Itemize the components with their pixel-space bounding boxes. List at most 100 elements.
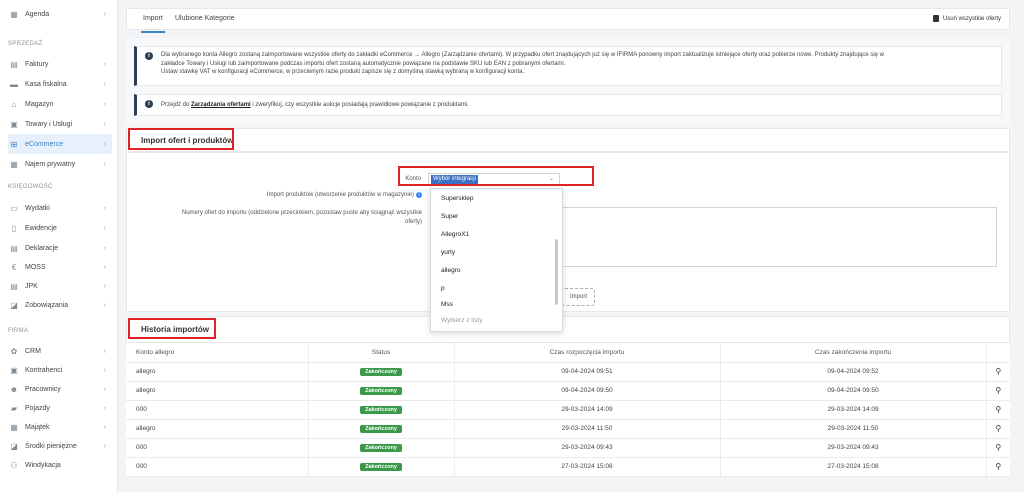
dropdown-option[interactable]: yurty	[441, 249, 455, 256]
dropdown-option[interactable]: allegro	[441, 267, 461, 274]
sidebar-item-najem-prywatny[interactable]: ▦ Najem prywatny ›	[8, 154, 112, 174]
tab-ulubione-kategorie[interactable]: Ulubione Kategorie	[175, 15, 235, 22]
sidebar-item-crm[interactable]: ✿ CRM ›	[8, 341, 112, 361]
search-icon[interactable]: ⚲	[995, 367, 1001, 376]
zarzadzanie-ofertami-link[interactable]: Zarządzania ofertami	[191, 102, 251, 108]
search-icon[interactable]: ⚲	[995, 462, 1001, 471]
info2-prefix: Przejdź do	[161, 102, 192, 108]
sidebar-item-label: Najem prywatny	[25, 160, 76, 168]
table-row: allegro Zakończony 09-04-2024 09:51 09-0…	[126, 362, 1010, 382]
chevron-right-icon: ›	[103, 60, 106, 68]
konto-dropdown-list: Supersklep Super AllegroX1 yurty allegro…	[430, 188, 563, 332]
sidebar-item-ecommerce[interactable]: ⊞ eCommerce ›	[8, 134, 112, 154]
search-icon[interactable]: ⚲	[995, 443, 1001, 452]
euro-icon: €	[11, 262, 17, 272]
cell-konto: allegro	[126, 362, 309, 382]
chevron-right-icon: ›	[103, 404, 106, 412]
tab-import[interactable]: Import	[141, 15, 165, 33]
table-row: allegro Zakończony 09-04-2024 09:50 09-0…	[126, 381, 1010, 401]
sidebar-item-pojazdy[interactable]: ▰ Pojazdy ›	[8, 398, 112, 418]
cell-start: 29-03-2024 14:09	[454, 400, 721, 420]
cell-end: 09-04-2024 09:52	[720, 362, 987, 382]
dropdown-scrollbar[interactable]	[555, 239, 558, 305]
sidebar-item-faktury[interactable]: ▤ Faktury ›	[8, 54, 112, 74]
cell-actions: ⚲	[986, 362, 1010, 382]
delete-all-label: Usuń wszystkie oferty	[942, 15, 1001, 22]
column-header-konto[interactable]: Konto allegro	[126, 343, 309, 363]
sidebar-item-magazyn[interactable]: ⌂ Magazyn ›	[8, 94, 112, 114]
search-icon[interactable]: ⚲	[995, 424, 1001, 433]
status-badge: Zakończony	[360, 405, 402, 414]
dropdown-option[interactable]: Mss	[441, 301, 453, 308]
rental-icon: ▦	[10, 159, 18, 169]
sidebar-item-label: Kontrahenci	[25, 366, 63, 374]
chevron-right-icon: ›	[103, 160, 106, 168]
search-icon[interactable]: ⚲	[995, 405, 1001, 414]
search-icon[interactable]: ⚲	[995, 386, 1001, 395]
column-header-status[interactable]: Status	[308, 343, 455, 363]
collection-icon: ⚇	[10, 460, 18, 470]
chevron-right-icon: ›	[103, 204, 106, 212]
dropdown-option[interactable]: Supersklep	[441, 195, 474, 202]
sidebar-item-label: Windykacja	[25, 461, 61, 469]
column-header-end[interactable]: Czas zakończenia importu	[720, 343, 987, 363]
register-icon: ▬	[10, 79, 18, 89]
sidebar-item-label: Środki pieniężne	[25, 442, 77, 450]
dropdown-option[interactable]: AllegroX1	[441, 231, 469, 238]
info2-suffix: i zweryfikuj, czy wszystkie aukcje posia…	[250, 102, 469, 108]
sidebar-item-srodki-pieniezne[interactable]: ◪ Środki pieniężne ›	[8, 436, 112, 456]
tabs-bar: Import Ulubione Kategorie Usuń wszystkie…	[126, 8, 1010, 33]
sidebar-item-pracownicy[interactable]: ☻ Pracownicy ›	[8, 379, 112, 399]
info-icon[interactable]: i	[416, 192, 422, 198]
import-button[interactable]: Import	[562, 288, 595, 306]
sidebar-section-ksiegowosc: KSIĘGOWOŚĆ	[8, 184, 53, 190]
sidebar-item-jpk[interactable]: ▤ JPK ›	[8, 276, 112, 296]
dropdown-option[interactable]: Super	[441, 213, 458, 220]
declaration-icon: ▤	[10, 243, 18, 253]
cell-status: Zakończony	[308, 438, 455, 458]
dropdown-option[interactable]: p	[441, 285, 445, 292]
table-row: allegro Zakończony 29-03-2024 11:50 29-0…	[126, 419, 1010, 439]
sidebar-item-deklaracje[interactable]: ▤ Deklaracje ›	[8, 238, 112, 258]
info-box-allegro-import: i Dla wybranego konta Allegro zostaną za…	[134, 46, 1002, 86]
dropdown-placeholder-option[interactable]: Wybierz z listy	[441, 317, 482, 324]
sidebar-item-label: CRM	[25, 347, 41, 355]
chevron-right-icon: ›	[103, 100, 106, 108]
cell-start: 29-03-2024 11:50	[454, 419, 721, 439]
sidebar-item-label: eCommerce	[25, 140, 64, 148]
cell-status: Zakończony	[308, 457, 455, 477]
crm-icon: ✿	[10, 346, 18, 356]
sidebar-section-sprzedaz: SPRZEDAŻ	[8, 41, 43, 47]
sidebar-item-agenda[interactable]: ▦ Agenda ›	[8, 4, 112, 24]
chevron-right-icon: ›	[103, 80, 106, 88]
wallet-icon: ▭	[10, 203, 18, 213]
cell-start: 09-04-2024 09:50	[454, 381, 721, 401]
sidebar-item-windykacja[interactable]: ⚇ Windykacja	[8, 455, 112, 475]
cell-status: Zakończony	[308, 362, 455, 382]
column-header-start[interactable]: Czas rozpoczęcia importu	[454, 343, 721, 363]
sidebar-item-kasa-fiskalna[interactable]: ▬ Kasa fiskalna ›	[8, 74, 112, 94]
chevron-right-icon: ›	[103, 423, 106, 431]
sidebar-item-wydatki[interactable]: ▭ Wydatki ›	[8, 198, 112, 218]
cell-konto: 000	[126, 400, 309, 420]
cart-icon: ⊞	[10, 139, 18, 149]
column-header-actions	[986, 343, 1010, 363]
sidebar-item-kontrahenci[interactable]: ▣ Kontrahenci ›	[8, 360, 112, 380]
offer-numbers-label-cont: oferty)	[404, 219, 422, 225]
chevron-right-icon: ›	[103, 366, 106, 374]
cell-actions: ⚲	[986, 457, 1010, 477]
chevron-right-icon: ›	[103, 263, 106, 271]
sidebar-item-label: Zobowiązania	[25, 301, 69, 309]
cell-start: 09-04-2024 09:51	[454, 362, 721, 382]
jpk-icon: ▤	[10, 281, 18, 291]
sidebar-item-majatek[interactable]: ▦ Majątek ›	[8, 417, 112, 437]
sidebar-item-zobowiazania[interactable]: ◪ Zobowiązania ›	[8, 295, 112, 315]
sidebar-item-moss[interactable]: € MOSS ›	[8, 257, 112, 277]
delete-all-offers-button[interactable]: Usuń wszystkie oferty	[932, 15, 1001, 22]
sidebar-item-towary-i-uslugi[interactable]: ▣ Towary i Usługi ›	[8, 114, 112, 134]
cell-end: 29-03-2024 11:50	[720, 419, 987, 439]
info-icon: i	[145, 100, 153, 108]
sidebar-item-ewidencje[interactable]: ▯ Ewidencje ›	[8, 218, 112, 238]
sidebar-item-label: Magazyn	[25, 100, 54, 108]
offer-numbers-textarea[interactable]	[560, 207, 997, 267]
